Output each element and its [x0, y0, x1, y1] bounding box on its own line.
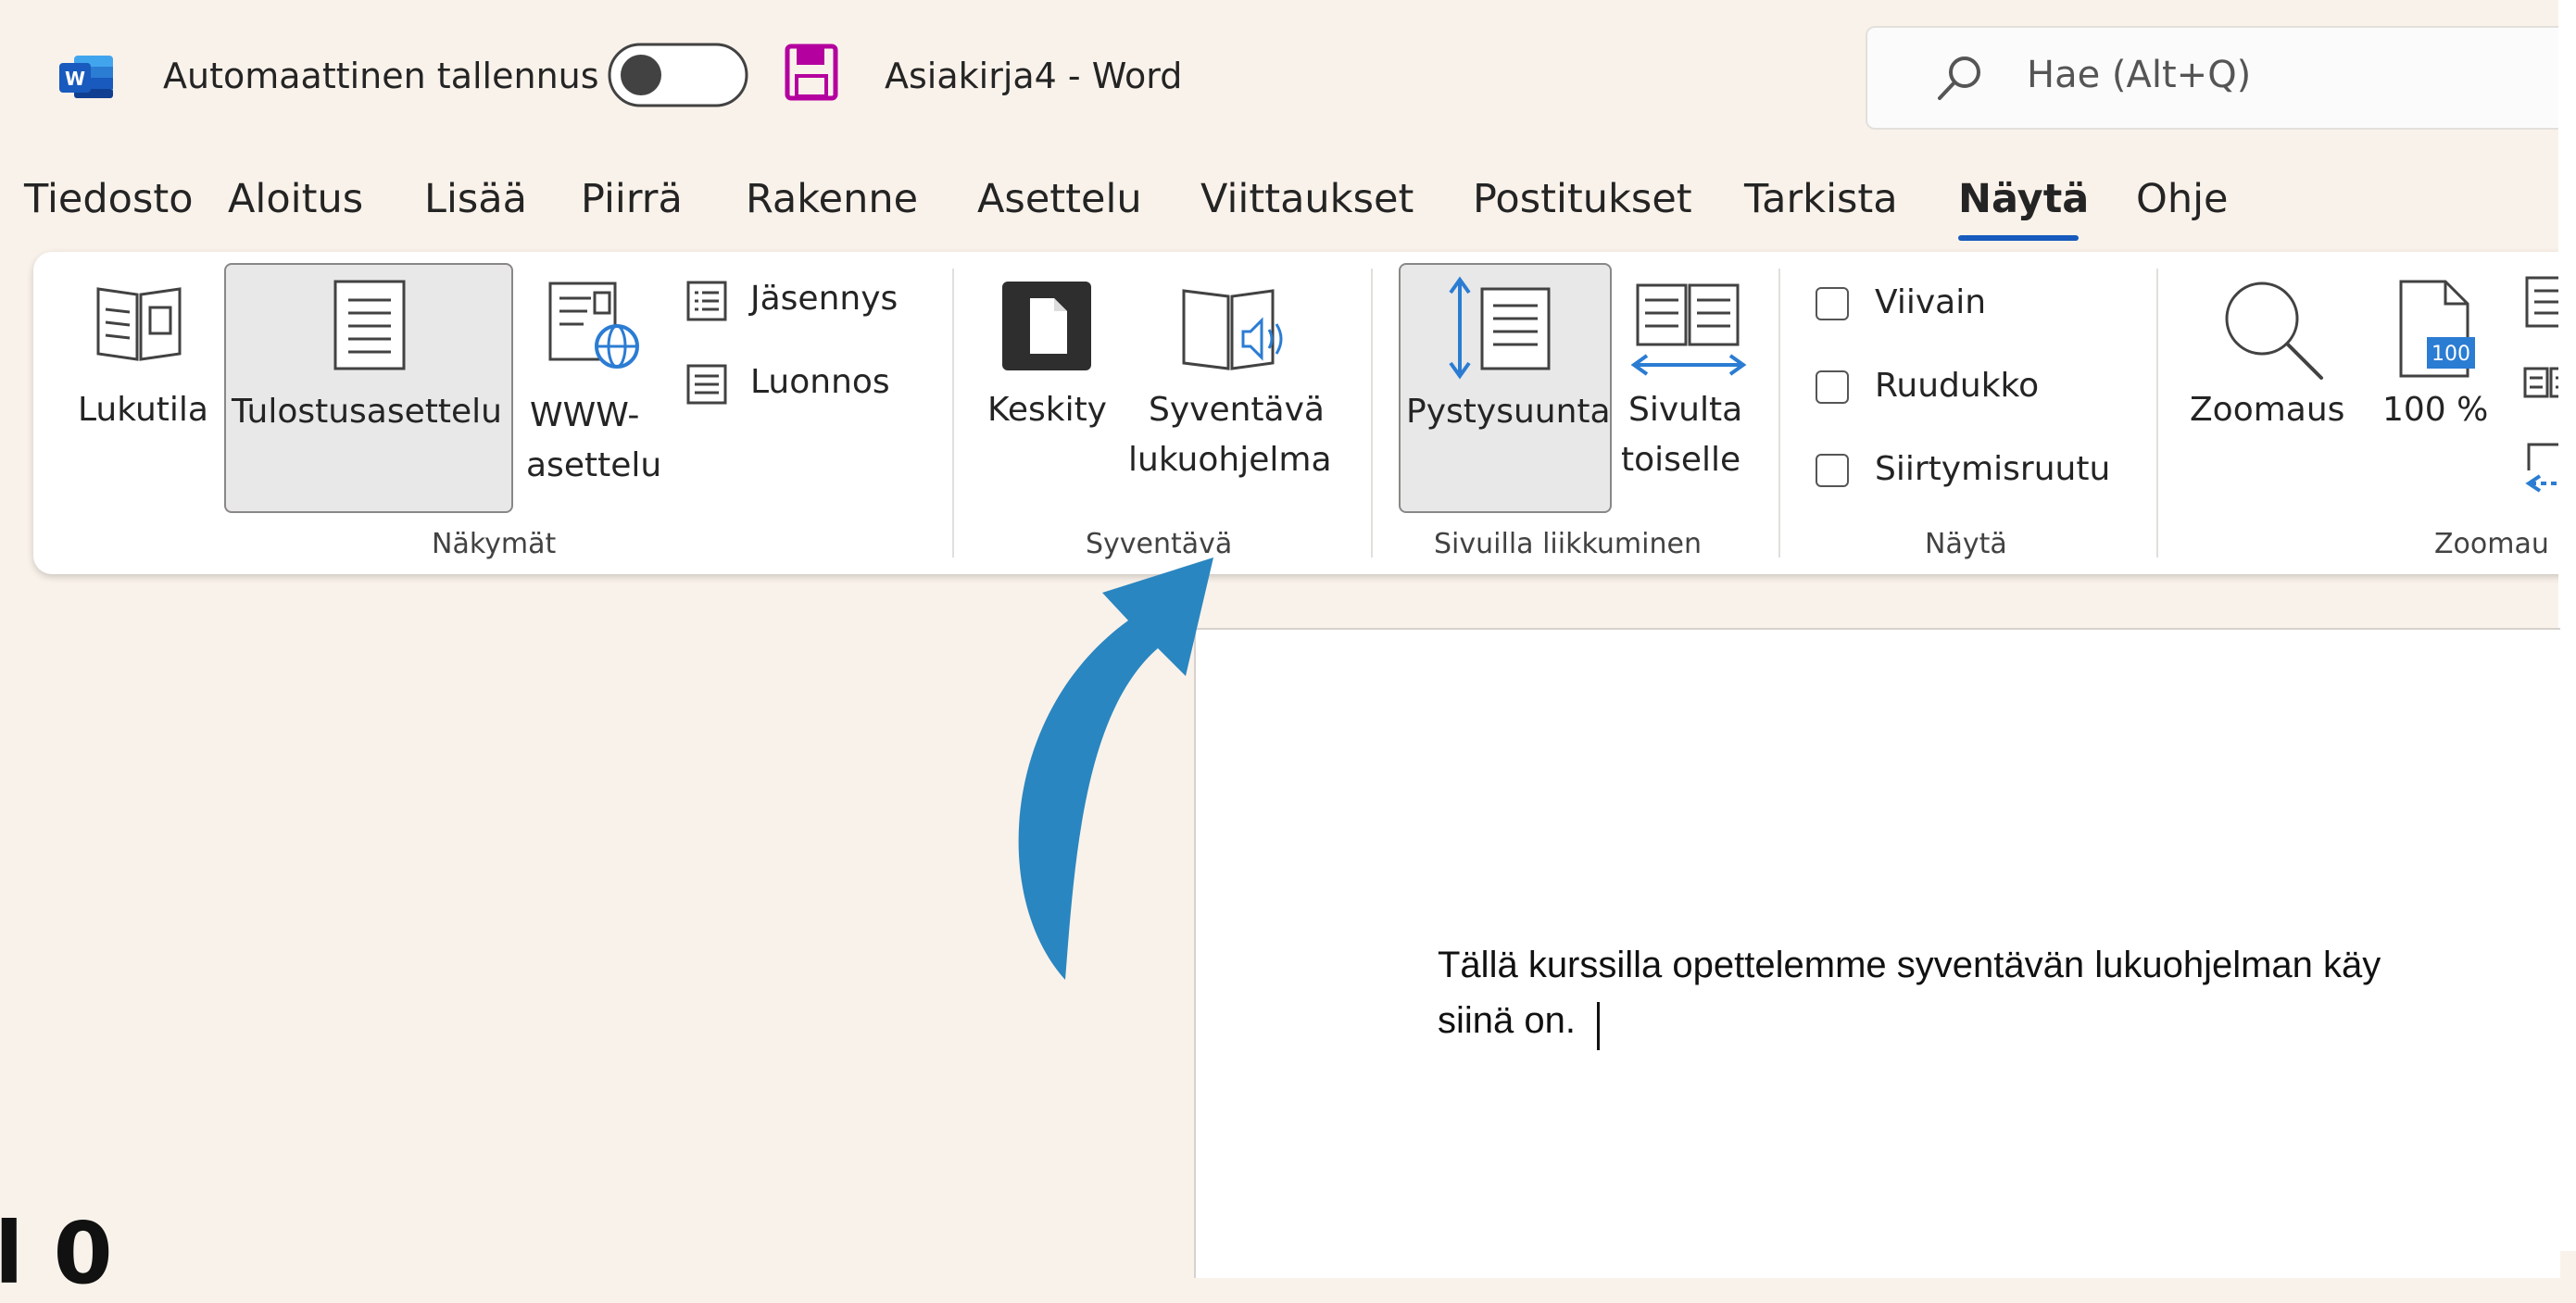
tab-tiedosto[interactable]: Tiedosto	[24, 176, 194, 222]
autosave-toggle[interactable]	[608, 43, 748, 107]
group-separator	[1371, 269, 1373, 558]
document-line-2: siinä on.	[1438, 1000, 1576, 1041]
svg-text:W: W	[65, 68, 85, 90]
siirtymisruutu-label: Siirtymisruutu	[1875, 450, 2111, 488]
ruudukko-label: Ruudukko	[1875, 367, 2040, 405]
text-cursor	[1597, 1002, 1600, 1050]
tab-tarkista[interactable]: Tarkista	[1744, 176, 1898, 222]
www-label-line1: WWW-	[530, 396, 640, 434]
pystysuunta-button[interactable]: Pystysuunta	[1399, 263, 1612, 513]
tab-piirra[interactable]: Piirrä	[581, 176, 683, 222]
autosave-label: Automaattinen tallennus	[163, 56, 599, 96]
book-icon	[91, 278, 187, 367]
outline-icon	[685, 280, 728, 322]
search-icon	[1934, 52, 1986, 104]
checkbox-box[interactable]	[1816, 454, 1849, 487]
www-label-line2: asettelu	[526, 446, 662, 484]
keskity-label: Keskity	[987, 391, 1107, 429]
vertical-scroll-icon	[1445, 274, 1565, 383]
tab-postitukset[interactable]: Postitukset	[1473, 176, 1692, 222]
immersive-reader-icon	[1176, 278, 1297, 380]
group-label-zoomaus: Zoomau	[2434, 528, 2549, 560]
tab-viittaukset[interactable]: Viittaukset	[1200, 176, 1414, 222]
sivulta-label-line1: Sivulta	[1628, 391, 1743, 429]
tab-rakenne[interactable]: Rakenne	[746, 176, 918, 222]
immersive-reader-label-line1: Syventävä	[1149, 391, 1325, 429]
pystysuunta-label: Pystysuunta	[1406, 393, 1611, 431]
immersive-reader-button[interactable]: Syventävä lukuohjelma	[1121, 269, 1362, 491]
siirtymisruutu-checkbox[interactable]: Siirtymisruutu	[1816, 450, 2121, 491]
sivulta-toiselle-button[interactable]: Sivulta toiselle	[1617, 269, 1756, 491]
focus-icon	[999, 278, 1095, 374]
zoomaus-button[interactable]: Zoomaus	[2186, 269, 2362, 454]
group-label-nakymat: Näkymät	[432, 528, 557, 560]
jasennys-label: Jäsennys	[750, 280, 898, 318]
viivain-checkbox[interactable]: Viivain	[1816, 283, 2093, 324]
annotation-arrow	[963, 528, 1260, 1009]
tulostusasettelu-button[interactable]: Tulostusasettelu	[224, 263, 513, 513]
zoom-100-label: 100 %	[2382, 391, 2489, 429]
page-100-icon: 100	[2395, 278, 2479, 380]
word-logo-icon: W	[57, 54, 115, 100]
group-separator	[952, 269, 954, 558]
luonnos-button[interactable]: Luonnos	[684, 361, 906, 413]
tab-ohje[interactable]: Ohje	[2136, 176, 2229, 222]
window-edge	[2558, 0, 2576, 1251]
search-box[interactable]: Hae (Alt+Q)	[1866, 26, 2576, 130]
group-label-nayta: Näytä	[1925, 528, 2007, 560]
document-line-1: Tällä kurssilla opettelemme syventävän l…	[1438, 945, 2381, 985]
immersive-reader-label-line2: lukuohjelma	[1128, 441, 1332, 479]
tab-aloitus[interactable]: Aloitus	[228, 176, 363, 222]
ruudukko-checkbox[interactable]: Ruudukko	[1816, 367, 2093, 407]
search-placeholder: Hae (Alt+Q)	[2027, 54, 2252, 96]
tab-asettelu[interactable]: Asettelu	[977, 176, 1142, 222]
luonnos-label: Luonnos	[750, 363, 890, 401]
checkbox-box[interactable]	[1816, 370, 1849, 404]
page-100-icon-text: 100	[2431, 343, 2470, 366]
lukutila-label: Lukutila	[78, 391, 208, 429]
tab-nayta[interactable]: Näytä	[1958, 176, 2089, 222]
corner-fragment-text: l 0	[0, 1204, 113, 1303]
sivulta-label-line2: toiselle	[1621, 441, 1741, 479]
checkbox-box[interactable]	[1816, 287, 1849, 320]
viivain-label: Viivain	[1875, 283, 1987, 321]
save-icon[interactable]	[784, 43, 839, 102]
tulostusasettelu-label: Tulostusasettelu	[232, 393, 502, 431]
active-tab-underline	[1958, 235, 2079, 241]
group-label-sivuilla: Sivuilla liikkuminen	[1434, 528, 1702, 560]
keskity-button[interactable]: Keskity	[982, 269, 1112, 454]
group-separator	[1778, 269, 1780, 558]
side-to-side-icon	[1630, 282, 1747, 382]
www-asettelu-button[interactable]: WWW- asettelu	[521, 269, 662, 491]
document-title: Asiakirja4 - Word	[885, 56, 1183, 96]
jasennys-button[interactable]: Jäsennys	[684, 278, 906, 330]
lukutila-button[interactable]: Lukutila	[72, 269, 217, 454]
page-layout-icon	[330, 278, 409, 372]
magnifier-icon	[2218, 274, 2329, 385]
zoom-100-button[interactable]: 100 100 %	[2373, 269, 2494, 454]
group-separator	[2156, 269, 2158, 558]
zoomaus-label: Zoomaus	[2190, 391, 2345, 429]
draft-icon	[685, 363, 728, 406]
tab-lisaa[interactable]: Lisää	[424, 176, 527, 222]
web-layout-icon	[545, 280, 647, 372]
